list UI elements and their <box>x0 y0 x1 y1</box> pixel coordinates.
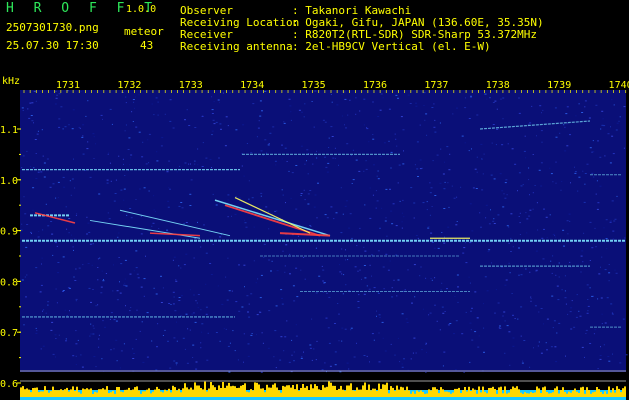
x-tick-label: 1737 <box>424 80 448 91</box>
meteor-count: 43 <box>140 39 154 52</box>
x-tick-label: 1740 <box>609 80 629 91</box>
y-tick-label: 0.7 <box>0 328 18 339</box>
x-tick-label: 1731 <box>56 80 80 91</box>
antenna-value: : 2el-HB9CV Vertical (el. E-W) <box>292 40 491 53</box>
antenna-label: Receiving antenna <box>180 40 293 53</box>
x-tick-label: 1732 <box>117 80 141 91</box>
y-tick-label: 0.6 <box>0 379 18 390</box>
date-time: 25.07.30 17:30 <box>6 39 99 52</box>
x-tick-label: 1734 <box>240 80 264 91</box>
y-tick-label: 0.8 <box>0 277 18 288</box>
file-name: 2507301730.png <box>6 21 99 34</box>
x-tick-label: 1735 <box>302 80 326 91</box>
y-axis-unit: kHz <box>2 76 20 87</box>
x-tick-label: 1738 <box>486 80 510 91</box>
app-version: 1.0.0 <box>126 4 157 15</box>
y-tick-label: 0.9 <box>0 227 18 238</box>
x-tick-label: 1739 <box>547 80 571 91</box>
x-tick-label: 1736 <box>363 80 387 91</box>
spectrogram: kHz 1.1 1.0 0.9 0.8 0.7 0.6 1731 1732 1733 1734 173… <box>0 70 629 400</box>
plot-area <box>20 90 626 372</box>
y-tick-label: 1.0 <box>0 176 18 187</box>
y-tick-label: 1.1 <box>0 125 18 136</box>
x-tick-label: 1733 <box>179 80 203 91</box>
meteor-label: meteor <box>124 25 164 38</box>
